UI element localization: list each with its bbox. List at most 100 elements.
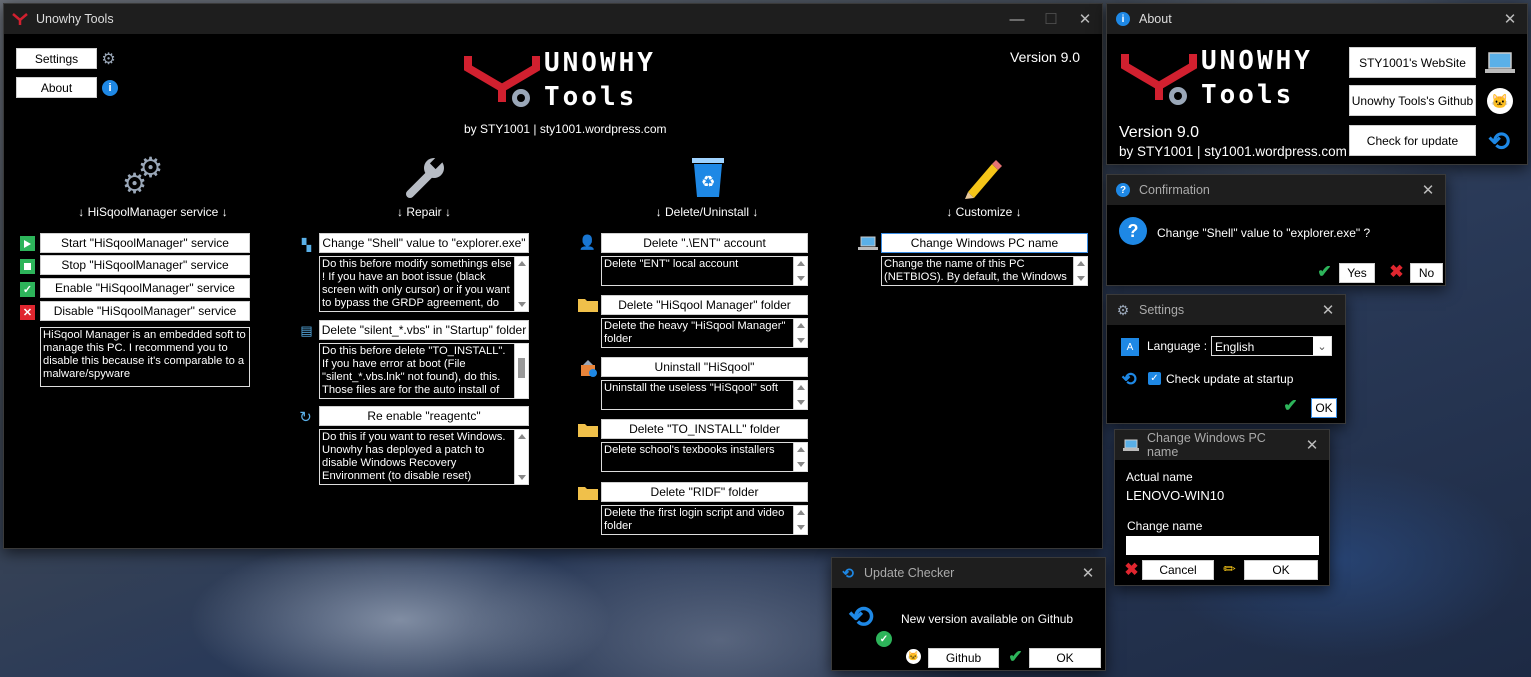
website-button[interactable]: STY1001's WebSite [1349,47,1476,78]
uninstall-hisqool-button[interactable]: Uninstall "HiSqool" [601,357,808,377]
actual-name-value: LENOVO-WIN10 [1126,488,1225,503]
disable-service-button[interactable]: Disable "HiSqoolManager" service [40,301,250,321]
gear-icon: ⚙ [1116,301,1130,318]
confirmation-window: ? Confirmation ✕ ? Change "Shell" value … [1106,174,1446,286]
language-select[interactable]: English ⌄ [1211,336,1332,356]
close-button[interactable]: ✕ [1411,181,1445,199]
update-icon: ⟲ [842,564,854,581]
silent-description-scrollbar[interactable] [514,344,528,398]
unowhy-tools-logo: UNOWHY Tools [1119,46,1339,116]
stop-service-button[interactable]: Stop "HiSqoolManager" service [40,255,250,275]
reagentc-description-scrollbar[interactable] [514,430,528,484]
ok-button[interactable]: OK [1311,398,1337,418]
uninstall-description-scrollbar[interactable] [793,381,807,409]
close-button[interactable]: ✕ [1068,10,1102,28]
unowhy-logo-icon [464,56,540,107]
about-titlebar[interactable]: i About ✕ [1107,4,1527,34]
update-checkbox[interactable]: ✓ [1148,372,1161,385]
pcname-window: Change Windows PC name ✕ Actual name LEN… [1114,429,1330,586]
gears-icon: ⚙ ⚙ [122,152,164,199]
check-icon: ✔ [1283,395,1298,415]
laptop-icon [1485,51,1515,75]
change-pc-name-button[interactable]: Change Windows PC name [881,233,1088,253]
github-button[interactable]: Unowhy Tools's Github [1349,85,1476,116]
ridf-description-text: Delete the first login script and video … [604,507,785,532]
close-button[interactable]: ✕ [1493,10,1527,28]
about-title: About [1139,12,1172,26]
ridf-description-scrollbar[interactable] [793,506,807,534]
ridf-description: Delete the first login script and video … [601,505,808,535]
about-button[interactable]: About [16,77,97,98]
check-icon: ✔ [1008,646,1023,666]
delete-silent-button[interactable]: Delete "silent_*.vbs" in "Startup" folde… [319,320,529,340]
enable-service-button[interactable]: Enable "HiSqoolManager" service [40,278,250,298]
customize-header: ↓ Customize ↓ [946,205,1022,219]
hsm-description-scrollbar[interactable] [793,319,807,347]
ok-button[interactable]: OK [1244,560,1318,580]
shell-description-text: Do this before modify somethings else ! … [322,258,512,311]
folder-icon [578,297,598,312]
update-available-icon: ⟲ [848,600,874,634]
check-icon: ✓ [876,631,892,647]
update-checker-titlebar[interactable]: ⟲ Update Checker ✕ [832,558,1105,588]
settings-button[interactable]: Settings [16,48,97,69]
settings-window: ⚙ Settings ✕ A Language : English ⌄ ⟲ ✓ … [1106,294,1346,424]
close-button[interactable]: ✕ [1311,301,1345,319]
delete-hsm-folder-button[interactable]: Delete "HiSqool Manager" folder [601,295,808,315]
github-icon: 🐱 [906,649,921,664]
unowhy-logo-icon [1121,54,1197,105]
check-icon: ✔ [1317,261,1332,281]
main-titlebar[interactable]: Unowhy Tools — ☐ ✕ [4,4,1102,34]
ok-button[interactable]: OK [1029,648,1101,668]
yes-button[interactable]: Yes [1339,263,1375,283]
silent-description: Do this before delete "TO_INSTALL". If y… [319,343,529,399]
start-service-button[interactable]: Start "HiSqoolManager" service [40,233,250,253]
pencil-icon [960,156,1004,200]
delete-ent-button[interactable]: Delete ".\ENT" account [601,233,808,253]
gear-icon: ⚙ [101,50,116,68]
check-update-button[interactable]: Check for update [1349,125,1476,156]
update-checker-title: Update Checker [864,566,955,580]
shell-icon: ▚ [301,237,312,252]
update-check-label: Check update at startup [1166,372,1294,386]
close-button[interactable]: ✕ [1071,564,1105,582]
pencil-icon: ✏ [1223,560,1236,578]
wrench-icon [400,154,448,202]
close-button[interactable]: ✕ [1295,436,1329,454]
about-version: Version 9.0 [1119,124,1200,141]
no-button[interactable]: No [1410,263,1443,283]
confirmation-titlebar[interactable]: ? Confirmation ✕ [1107,175,1445,205]
settings-titlebar[interactable]: ⚙ Settings ✕ [1107,295,1345,325]
shell-description: Do this before modify somethings else ! … [319,256,529,312]
ent-description-scrollbar[interactable] [793,257,807,285]
toinstall-description-scrollbar[interactable] [793,443,807,471]
shell-description-scrollbar[interactable] [514,257,528,311]
service-header: ↓ HiSqoolManager service ↓ [78,205,228,219]
cancel-button[interactable]: Cancel [1142,560,1214,580]
info-icon: i [102,80,118,96]
laptop-icon [858,236,878,250]
delete-ridf-button[interactable]: Delete "RIDF" folder [601,482,808,502]
pcname-description-scrollbar[interactable] [1073,257,1087,285]
toinstall-description-text: Delete school's texbooks installers [604,444,775,456]
pcname-titlebar[interactable]: Change Windows PC name ✕ [1115,430,1329,460]
github-button[interactable]: Github [928,648,999,668]
logo-text-unowhy: UNOWHY [1201,46,1313,76]
update-icon: ⟲ [1488,125,1510,156]
cross-icon: ✕ [20,305,35,320]
logo-text-unowhy: UNOWHY [544,48,656,78]
change-shell-button[interactable]: Change "Shell" value to "explorer.exe" [319,233,529,253]
reenable-reagentc-button[interactable]: Re enable "reagentc" [319,406,529,426]
ent-description: Delete "ENT" local account [601,256,808,286]
chevron-down-icon: ⌄ [1313,337,1331,355]
maximize-button[interactable]: ☐ [1034,10,1068,28]
hsm-description: Delete the heavy "HiSqool Manager" folde… [601,318,808,348]
change-name-input[interactable] [1126,536,1319,555]
user-remove-icon: 👤 [578,234,597,250]
update-message: New version available on Github [901,612,1074,626]
repair-header: ↓ Repair ↓ [396,205,452,219]
minimize-button[interactable]: — [1000,11,1034,28]
version-label: Version 9.0 [1010,49,1081,65]
delete-toinstall-button[interactable]: Delete "TO_INSTALL" folder [601,419,808,439]
actual-name-label: Actual name [1126,470,1193,484]
